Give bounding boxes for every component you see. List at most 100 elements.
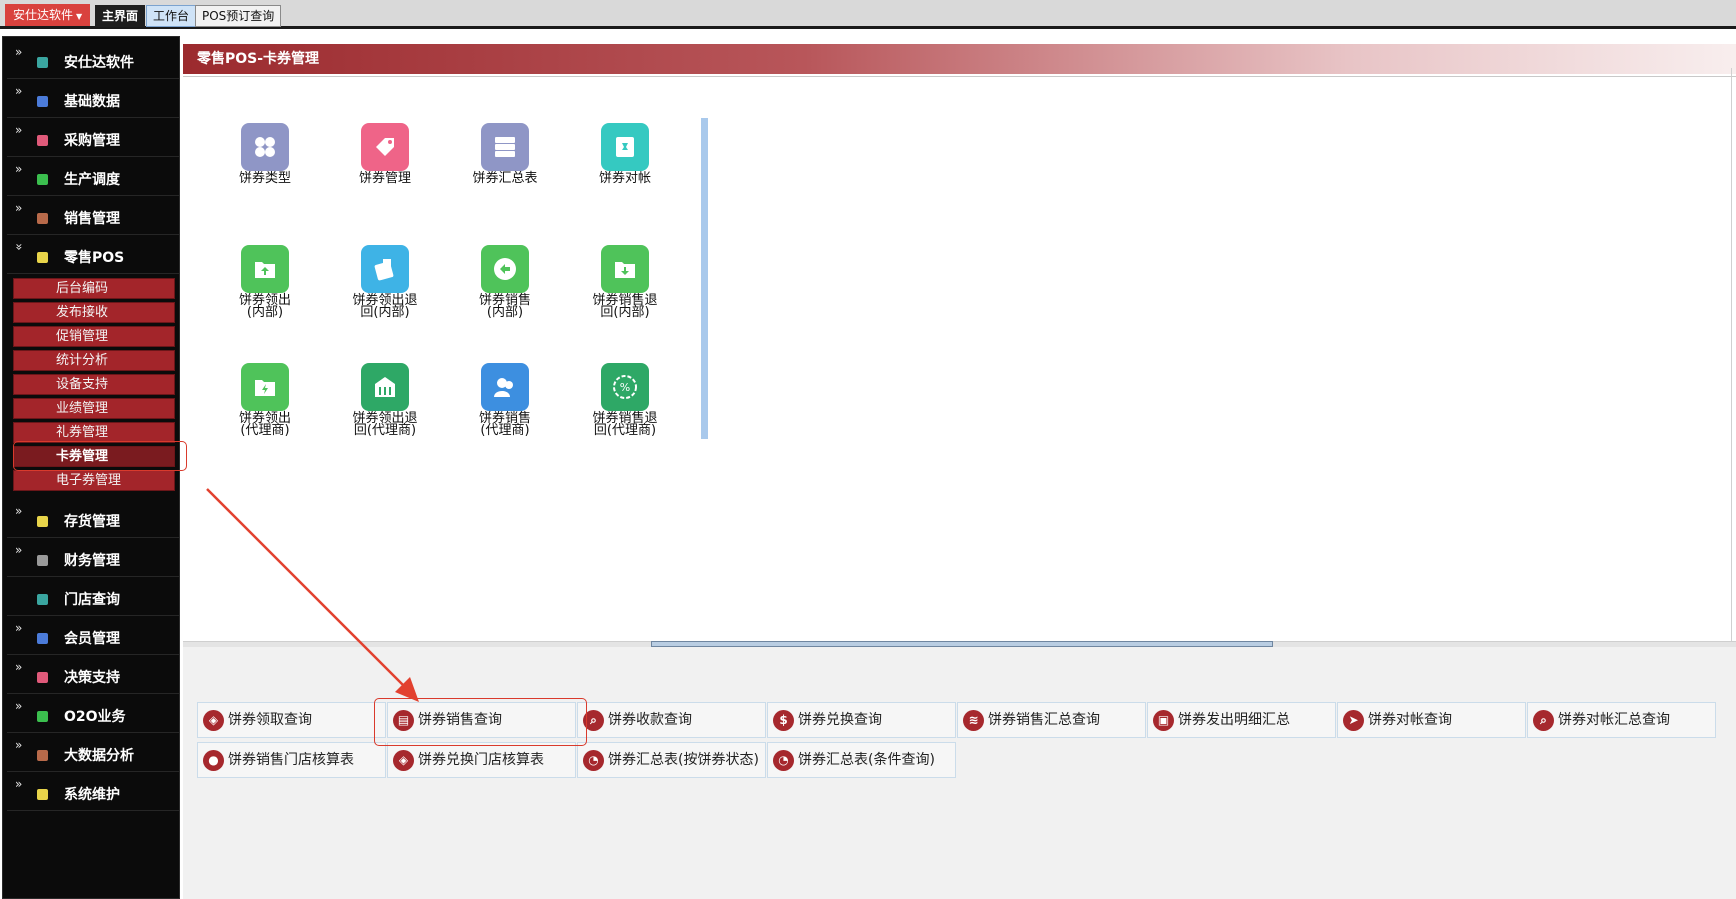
report-button-2[interactable]: ⌕ 饼券收款查询	[577, 702, 766, 738]
undo-icon	[481, 245, 529, 293]
server-icon	[481, 123, 529, 171]
report-button-0[interactable]: ◈ 饼券领取查询	[197, 702, 386, 738]
tab-pos-booking-label: POS预订查询	[202, 9, 275, 23]
highlight-selected-menu	[13, 441, 187, 471]
expand-chevron-icon: »	[15, 162, 23, 176]
sidebar-item-0[interactable]: » 安仕达软件	[7, 43, 179, 79]
sidebar-item-10[interactable]: » 决策支持	[7, 658, 179, 694]
report-button-4[interactable]: ≋ 饼券销售汇总查询	[957, 702, 1146, 738]
app-shortcut-9[interactable]: 饼券领出退回(代理商)	[325, 363, 445, 437]
pin-icon	[601, 123, 649, 171]
sidebar-subitem-5[interactable]: 业绩管理	[13, 398, 175, 419]
app-shortcut-7[interactable]: 饼券销售退回(内部)	[565, 245, 685, 319]
sidebar-item-7[interactable]: » 财务管理	[7, 541, 179, 577]
expand-chevron-icon: »	[15, 777, 23, 791]
tab-workbench-label: 工作台	[153, 9, 190, 23]
blue-square-icon	[37, 96, 48, 107]
report-button-8[interactable]: ● 饼券销售门店核算表	[197, 742, 386, 778]
green-square-icon	[37, 711, 48, 722]
sidebar-item-2[interactable]: » 采购管理	[7, 121, 179, 157]
sidebar-item-3[interactable]: » 生产调度	[7, 160, 179, 196]
app-shortcut-3[interactable]: 饼券对帐	[565, 123, 685, 185]
report-area: ◈ 饼券领取查询 ▤ 饼券销售查询 ⌕ 饼券收款查询 $ 饼券兑换查询 ≋ 饼券销售汇总查询 ▣ 饼券…	[183, 647, 1736, 899]
tab-pos-booking[interactable]: POS预订查询	[195, 5, 282, 27]
sidebar-subitem-0[interactable]: 后台编码	[13, 278, 175, 299]
sidebar-item-label: 基础数据	[64, 94, 120, 110]
layers-icon: ≋	[963, 710, 984, 731]
app-shortcut-8[interactable]: 饼券领出(代理商)	[205, 363, 325, 437]
gray-square-icon	[37, 555, 48, 566]
app-shortcut-5[interactable]: 饼券领出退回(内部)	[325, 245, 445, 319]
brand-label: 安仕达软件	[13, 8, 74, 22]
app-label: 饼券销售(代理商)	[478, 411, 531, 438]
report-button-7[interactable]: ⌕ 饼券对帐汇总查询	[1527, 702, 1716, 738]
expand-chevron-icon: »	[15, 660, 23, 674]
expand-chevron-icon: »	[15, 84, 23, 98]
sidebar-item-label: 系统维护	[64, 787, 120, 803]
sidebar-item-1[interactable]: » 基础数据	[7, 82, 179, 118]
wallet-icon	[361, 245, 409, 293]
percent-badge-icon: %	[601, 363, 649, 411]
tab-workbench[interactable]: 工作台	[146, 5, 197, 27]
app-shortcut-4[interactable]: 饼券领出(内部)	[205, 245, 325, 319]
sidebar-item-9[interactable]: » 会员管理	[7, 619, 179, 655]
teal-square-icon	[37, 594, 48, 605]
caret-down-icon: ▼	[76, 12, 83, 21]
expand-chevron-icon: »	[15, 543, 23, 557]
report-label: 饼券领取查询	[228, 712, 312, 728]
pink-square-icon	[37, 672, 48, 683]
sidebar-item-5[interactable]: « 零售POS	[7, 238, 179, 274]
users-icon	[481, 363, 529, 411]
panel-title: 零售POS-卡券管理	[183, 44, 1736, 74]
report-button-10[interactable]: ◔ 饼券汇总表(按饼券状态)	[577, 742, 766, 778]
app-label: 饼券领出退回(内部)	[352, 293, 418, 320]
report-button-5[interactable]: ▣ 饼券发出明细汇总	[1147, 702, 1336, 738]
expand-chevron-icon: »	[15, 738, 23, 752]
sidebar-item-label: 会员管理	[64, 631, 120, 647]
sidebar-subitem-2[interactable]: 促销管理	[13, 326, 175, 347]
app-label: 饼券销售退回(代理商)	[592, 411, 658, 438]
app-label: 饼券管理	[358, 171, 411, 186]
app-shortcut-0[interactable]: 饼券类型	[205, 123, 325, 185]
app-shortcut-11[interactable]: % 饼券销售退回(代理商)	[565, 363, 685, 437]
report-button-3[interactable]: $ 饼券兑换查询	[767, 702, 956, 738]
app-shortcut-1[interactable]: 饼券管理	[325, 123, 445, 185]
sidebar-item-4[interactable]: » 销售管理	[7, 199, 179, 235]
app-label: 饼券领出(代理商)	[238, 411, 291, 438]
sidebar-item-label: O2O业务	[64, 709, 126, 725]
sidebar-item-label: 生产调度	[64, 172, 120, 188]
send-icon: ➤	[1343, 710, 1364, 731]
sidebar-item-8[interactable]: »门店查询	[7, 580, 179, 616]
app-shortcut-2[interactable]: 饼券汇总表	[445, 123, 565, 185]
sidebar-item-label: 销售管理	[64, 211, 120, 227]
report-label: 饼券销售汇总查询	[988, 712, 1100, 728]
report-label: 饼券对帐汇总查询	[1558, 712, 1670, 728]
pink-square-icon	[37, 135, 48, 146]
app-shortcut-6[interactable]: 饼券销售(内部)	[445, 245, 565, 319]
sidebar-item-label: 大数据分析	[64, 748, 134, 764]
sidebar-subitem-4[interactable]: 设备支持	[13, 374, 175, 395]
sidebar-subitem-1[interactable]: 发布接收	[13, 302, 175, 323]
sidebar-subitem-3[interactable]: 统计分析	[13, 350, 175, 371]
sidebar-item-11[interactable]: » O2O业务	[7, 697, 179, 733]
expand-chevron-icon: »	[15, 621, 23, 635]
sidebar-subitem-8[interactable]: 电子券管理	[13, 470, 175, 491]
yellow-square-icon	[37, 252, 48, 263]
sidebar-item-label: 财务管理	[64, 553, 120, 569]
report-button-6[interactable]: ➤ 饼券对帐查询	[1337, 702, 1526, 738]
sidebar-subitem-6[interactable]: 礼券管理	[13, 422, 175, 443]
brand-menu-button[interactable]: 安仕达软件 ▼	[5, 4, 91, 26]
tab-main[interactable]: 主界面	[95, 5, 146, 27]
folder-down-icon	[601, 245, 649, 293]
sidebar-item-12[interactable]: » 大数据分析	[7, 736, 179, 772]
pie-chart-icon: ◔	[773, 750, 794, 771]
sidebar-item-13[interactable]: » 系统维护	[7, 775, 179, 811]
svg-text:%: %	[620, 381, 630, 394]
report-button-11[interactable]: ◔ 饼券汇总表(条件查询)	[767, 742, 956, 778]
app-shortcut-10[interactable]: 饼券销售(代理商)	[445, 363, 565, 437]
app-label: 饼券汇总表	[472, 171, 538, 186]
yellow-square-icon	[37, 516, 48, 527]
top-bar: 安仕达软件 ▼ 主界面 工作台 POS预订查询	[0, 0, 1736, 29]
sidebar-item-6[interactable]: » 存货管理	[7, 502, 179, 538]
report-button-9[interactable]: ◈ 饼券兑换门店核算表	[387, 742, 576, 778]
